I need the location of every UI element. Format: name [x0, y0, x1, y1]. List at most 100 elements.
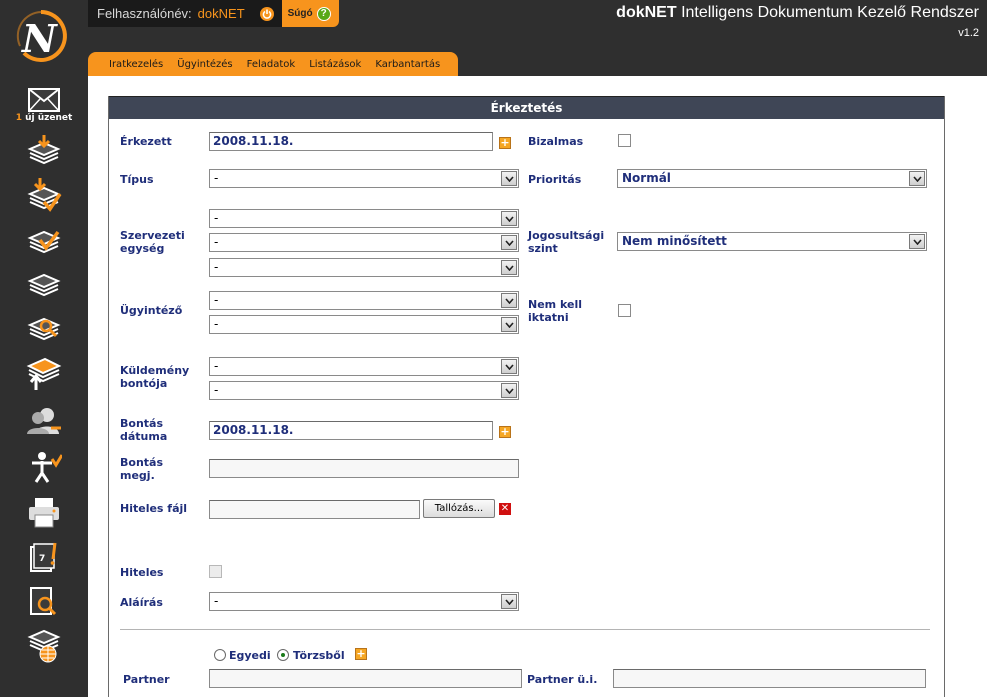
- bontas-datuma-label-line2: dátuma: [120, 430, 168, 443]
- panel-title: Érkeztetés: [109, 96, 944, 119]
- ugyintezo-label: Ügyintéző: [120, 304, 183, 317]
- erkezett-input[interactable]: 2008.11.18.: [209, 132, 493, 151]
- jogosultsagi-label: Jogosultsági szint: [528, 229, 604, 255]
- partner-add-icon[interactable]: +: [355, 648, 367, 660]
- chevron-down-icon: [501, 293, 517, 308]
- bontas-megj-label-line1: Bontás: [120, 456, 164, 469]
- chevron-down-icon: [501, 359, 517, 374]
- browse-button[interactable]: Tallózás...: [423, 499, 495, 518]
- mail-icon[interactable]: [25, 83, 63, 117]
- kuldemeny-label-line1: Küldemény: [120, 364, 190, 377]
- svg-text:N: N: [21, 16, 58, 61]
- nem-kell-iktatni-checkbox[interactable]: [618, 304, 631, 317]
- kuldemeny-value-1: -: [214, 359, 219, 373]
- calendar-task-icon[interactable]: 7: [25, 540, 63, 574]
- main-menu: Iratkezelés Ügyintézés Feladatok Listázá…: [88, 52, 459, 76]
- szervezeti-label-line1: Szervezeti: [120, 229, 185, 242]
- top-bar: Felhasználónév: dokNET Súgó ? dokNET Int…: [88, 0, 987, 49]
- chevron-down-icon: [909, 171, 925, 186]
- app-subtitle: Intelligens Dokumentum Kezelő Rendszer: [676, 4, 979, 21]
- torzsbol-radio[interactable]: [277, 649, 289, 661]
- bontas-datuma-input[interactable]: 2008.11.18.: [209, 421, 493, 440]
- chevron-down-icon: [501, 171, 517, 186]
- szervezeti-value-1: -: [214, 211, 219, 225]
- tipus-select[interactable]: -: [209, 169, 519, 188]
- help-button[interactable]: Súgó ?: [281, 0, 339, 27]
- new-message-counter[interactable]: 1 új üzenet: [0, 113, 88, 123]
- hiteles-fajl-input[interactable]: [209, 500, 420, 519]
- menu-item-karbantartas[interactable]: Karbantartás: [375, 59, 440, 70]
- jogosultsagi-label-line1: Jogosultsági: [528, 229, 605, 242]
- nem-kell-label-line2: iktatni: [528, 311, 569, 324]
- chevron-down-icon: [501, 235, 517, 250]
- bizalmas-label: Bizalmas: [528, 135, 584, 148]
- kuldemeny-value-2: -: [214, 383, 219, 397]
- menu-item-listazasok[interactable]: Listázások: [309, 59, 361, 70]
- prioritas-select[interactable]: Normál: [617, 169, 927, 188]
- szervezeti-label: Szervezeti egység: [120, 229, 185, 255]
- tipus-value: -: [214, 171, 219, 185]
- ugyintezo-value-1: -: [214, 293, 219, 307]
- chevron-down-icon: [501, 594, 517, 609]
- help-icon: ?: [316, 6, 331, 21]
- task-person-icon[interactable]: [25, 450, 63, 484]
- szervezeti-select-3[interactable]: -: [209, 258, 519, 277]
- szervezeti-label-line2: egység: [120, 242, 165, 255]
- chevron-down-icon: [501, 211, 517, 226]
- ugyintezo-select-1[interactable]: -: [209, 291, 519, 310]
- jogosultsagi-select[interactable]: Nem minősített: [617, 232, 927, 251]
- szervezeti-select-1[interactable]: -: [209, 209, 519, 228]
- document-search-icon[interactable]: [25, 312, 63, 346]
- alairas-select[interactable]: -: [209, 592, 519, 611]
- partner-input[interactable]: [209, 669, 522, 688]
- form-panel: Érkeztetés Érkezett 2008.11.18. + Típus …: [108, 96, 945, 697]
- document-stack-icon[interactable]: [25, 268, 63, 302]
- egyedi-radio[interactable]: [214, 649, 226, 661]
- bizalmas-checkbox[interactable]: [618, 134, 631, 147]
- svg-text:7: 7: [39, 554, 45, 564]
- help-label: Súgó: [287, 8, 313, 19]
- partner-ui-label: Partner ü.i.: [527, 673, 598, 686]
- bontas-datuma-add-icon[interactable]: +: [499, 426, 511, 438]
- bontas-megj-label: Bontás megj.: [120, 456, 163, 482]
- divider: [120, 629, 930, 630]
- menu-item-iratkezeles[interactable]: Iratkezelés: [109, 59, 163, 70]
- username-label: Felhasználónév:: [97, 6, 192, 21]
- szervezeti-select-2[interactable]: -: [209, 233, 519, 252]
- app-title: dokNET Intelligens Dokumentum Kezelő Ren…: [616, 4, 979, 22]
- document-stack-check-down-icon[interactable]: [25, 178, 63, 212]
- document-upload-icon[interactable]: [25, 357, 63, 391]
- users-icon[interactable]: [25, 404, 63, 438]
- user-info: Felhasználónév: dokNET Súgó ?: [88, 0, 339, 27]
- jogosultsagi-value: Nem minősített: [622, 234, 727, 248]
- document-stack-check-icon[interactable]: [25, 224, 63, 258]
- global-documents-icon[interactable]: [25, 629, 63, 663]
- kuldemeny-select-2[interactable]: -: [209, 381, 519, 400]
- prioritas-value: Normál: [622, 171, 671, 185]
- erkezett-add-icon[interactable]: +: [499, 137, 511, 149]
- bontas-megj-input[interactable]: [209, 459, 519, 478]
- document-stack-down-icon[interactable]: [25, 133, 63, 167]
- chevron-down-icon: [501, 383, 517, 398]
- partner-label: Partner: [123, 673, 170, 686]
- menu-item-feladatok[interactable]: Feladatok: [247, 59, 296, 70]
- main-content: Érkeztetés Érkezett 2008.11.18. + Típus …: [88, 76, 987, 697]
- alairas-label: Aláírás: [120, 596, 163, 609]
- hiteles-checkbox[interactable]: [209, 565, 222, 578]
- menu-bar: Iratkezelés Ügyintézés Feladatok Listázá…: [88, 49, 987, 76]
- chevron-down-icon: [909, 234, 925, 249]
- sidebar: N 1 új üzenet 7: [0, 0, 88, 697]
- document-preview-icon[interactable]: [25, 585, 63, 619]
- app-version: v1.2: [958, 27, 979, 39]
- kuldemeny-select-1[interactable]: -: [209, 357, 519, 376]
- printer-icon[interactable]: [25, 495, 63, 529]
- ugyintezo-select-2[interactable]: -: [209, 315, 519, 334]
- szervezeti-value-3: -: [214, 260, 219, 274]
- bontas-datuma-label: Bontás dátuma: [120, 417, 167, 443]
- remove-file-icon[interactable]: ✕: [499, 503, 511, 515]
- nem-kell-iktatni-label: Nem kell iktatni: [528, 298, 582, 324]
- partner-ui-input[interactable]: [613, 669, 926, 688]
- logout-icon[interactable]: [259, 6, 274, 21]
- torzsbol-label: Törzsből: [293, 649, 345, 662]
- menu-item-ugyintezes[interactable]: Ügyintézés: [177, 59, 232, 70]
